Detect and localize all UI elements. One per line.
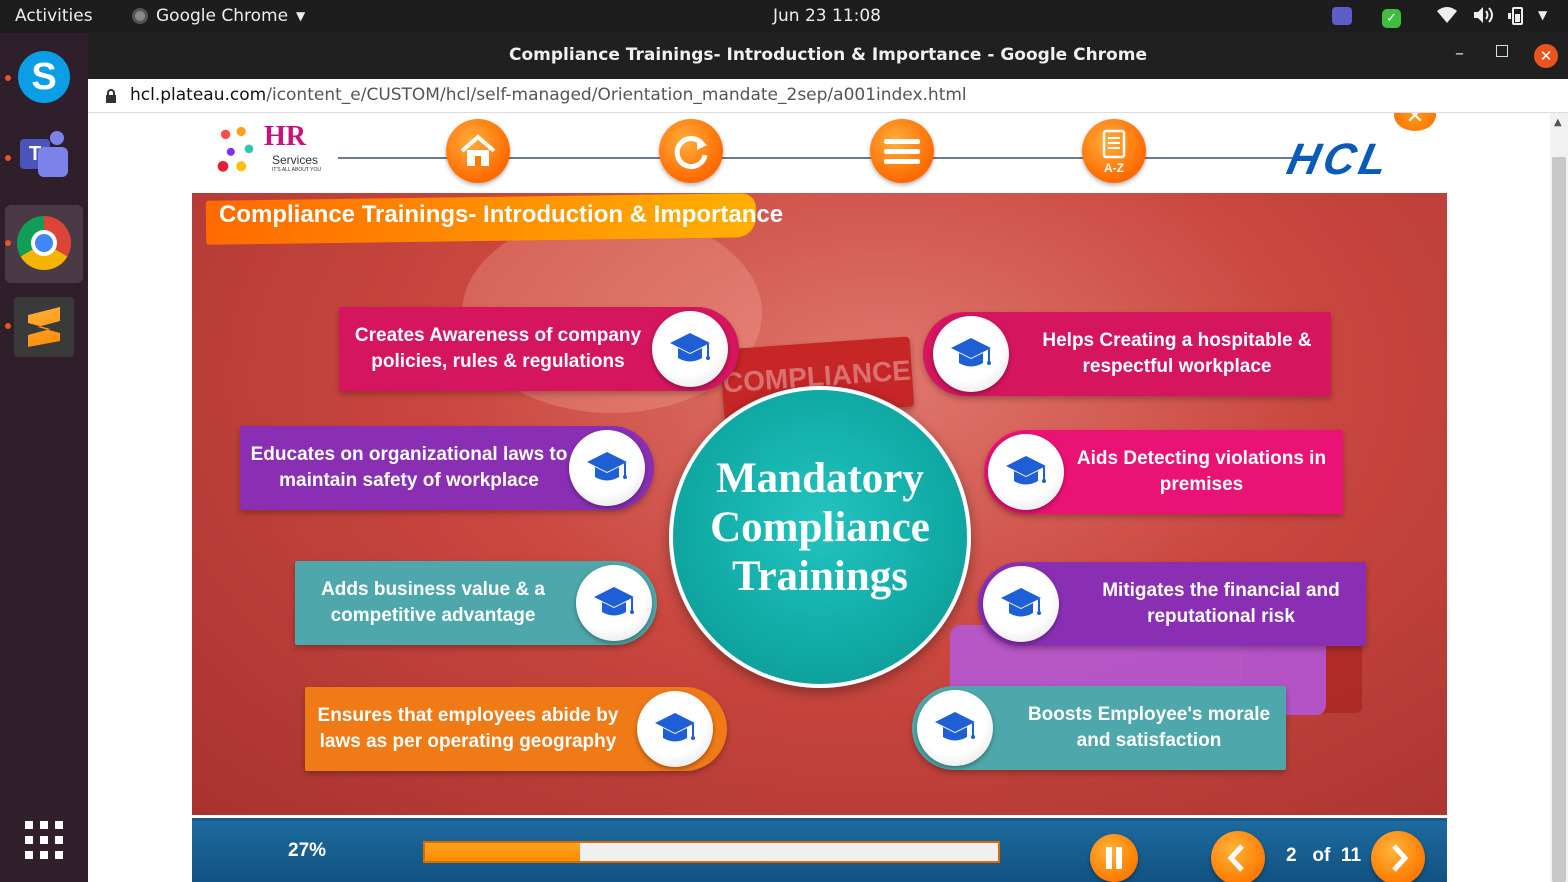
chrome-small-icon bbox=[132, 8, 148, 24]
progress-percent: 27% bbox=[288, 840, 327, 861]
card-text: Ensures that employees abide by laws as … bbox=[317, 705, 619, 752]
page-scrollbar[interactable]: ▲ bbox=[1550, 113, 1568, 882]
hr-services-logo[interactable]: HR Services IT'S ALL ABOUT YOU bbox=[206, 113, 328, 181]
url-host: hcl.plateau.com bbox=[130, 85, 267, 105]
pause-button[interactable] bbox=[1090, 834, 1138, 882]
graduation-cap-icon bbox=[637, 691, 713, 767]
card-ensures-laws[interactable]: Ensures that employees abide by laws as … bbox=[305, 687, 727, 771]
running-indicator bbox=[5, 75, 11, 81]
card-hospitable[interactable]: Helps Creating a hospitable & respectful… bbox=[923, 312, 1331, 396]
sublime-text-icon[interactable] bbox=[14, 297, 74, 357]
card-text: Helps Creating a hospitable & respectful… bbox=[1042, 330, 1312, 377]
graduation-cap-icon bbox=[933, 316, 1009, 392]
scroll-up-arrow-icon[interactable]: ▲ bbox=[1554, 117, 1562, 128]
card-educates[interactable]: Educates on organizational laws to maint… bbox=[240, 426, 654, 510]
graduation-cap-icon bbox=[569, 430, 645, 506]
app-menu-label: Google Chrome bbox=[156, 6, 289, 26]
running-indicator bbox=[5, 155, 11, 161]
card-text: Creates Awareness of company policies, r… bbox=[354, 325, 642, 372]
center-title-line: Compliance bbox=[710, 504, 930, 551]
slide-stage: COMPLIANCE Compliance Trainings- Introdu… bbox=[192, 193, 1447, 815]
chevron-right-icon bbox=[1392, 844, 1409, 872]
graduation-cap-icon bbox=[652, 311, 728, 387]
previous-page-button[interactable] bbox=[1211, 831, 1265, 882]
card-boosts-morale[interactable]: Boosts Employee's morale and satisfactio… bbox=[912, 686, 1286, 770]
caret-down-icon: ▼ bbox=[296, 9, 306, 23]
replay-icon bbox=[674, 136, 708, 170]
url-path: /icontent_e/CUSTOM/hcl/self-managed/Orie… bbox=[266, 85, 967, 105]
total-pages: 11 bbox=[1340, 845, 1362, 866]
running-indicator bbox=[5, 240, 11, 246]
close-window-icon[interactable]: ✕ bbox=[1534, 44, 1558, 68]
page-counter: 2 of 11 bbox=[1286, 845, 1361, 867]
shield-check-icon[interactable]: ✓ bbox=[1382, 7, 1401, 28]
card-mitigates-risk[interactable]: Mitigates the financial and reputational… bbox=[978, 562, 1366, 646]
volume-icon[interactable] bbox=[1472, 5, 1494, 30]
card-text: Aids Detecting violations in premises bbox=[1076, 448, 1327, 495]
dock: S T bbox=[0, 33, 88, 882]
clock[interactable]: Jun 23 11:08 bbox=[773, 6, 881, 26]
page-of-label: of bbox=[1312, 845, 1331, 866]
maximize-icon[interactable] bbox=[1496, 45, 1508, 57]
home-button[interactable] bbox=[446, 119, 510, 183]
center-title: Mandatory Compliance Trainings bbox=[673, 454, 967, 601]
activities-button[interactable]: Activities bbox=[15, 6, 93, 26]
page-content: HR Services IT'S ALL ABOUT YOU A-Z HCL ✕… bbox=[88, 113, 1568, 882]
card-text: Adds business value & a competitive adva… bbox=[321, 579, 545, 626]
progress-bar[interactable] bbox=[423, 841, 1000, 863]
skype-icon[interactable]: S bbox=[14, 47, 74, 107]
hcl-logo: HCL bbox=[1283, 135, 1444, 187]
graduation-cap-icon bbox=[576, 565, 652, 641]
app-menu[interactable]: Google Chrome ▼ bbox=[132, 6, 305, 26]
card-detecting-violations[interactable]: Aids Detecting violations in premises bbox=[984, 430, 1343, 514]
progress-bar-fill bbox=[425, 843, 580, 861]
scrollbar-thumb[interactable] bbox=[1552, 157, 1566, 882]
hr-logo-tagline: IT'S ALL ABOUT YOU bbox=[272, 167, 321, 173]
card-awareness[interactable]: Creates Awareness of company policies, r… bbox=[339, 307, 739, 391]
glossary-label: A-Z bbox=[1104, 161, 1124, 175]
minimize-icon[interactable]: – bbox=[1455, 43, 1464, 64]
lock-icon bbox=[105, 88, 117, 103]
center-title-circle: Mandatory Compliance Trainings bbox=[669, 386, 971, 688]
exit-course-icon[interactable]: ✕ bbox=[1394, 113, 1436, 131]
center-title-line: Mandatory bbox=[716, 455, 924, 502]
system-menu-caret-icon[interactable]: ▼ bbox=[1538, 8, 1547, 22]
window-title: Compliance Trainings- Introduction & Imp… bbox=[509, 45, 1147, 65]
slide-heading: Compliance Trainings- Introduction & Imp… bbox=[219, 201, 784, 228]
chevron-left-icon bbox=[1227, 844, 1244, 872]
graduation-cap-icon bbox=[917, 690, 993, 766]
pause-icon bbox=[1106, 847, 1122, 869]
show-applications-icon[interactable] bbox=[25, 821, 65, 861]
home-icon bbox=[460, 134, 496, 166]
course-nav-strip: HR Services IT'S ALL ABOUT YOU A-Z HCL ✕ bbox=[192, 113, 1448, 189]
menu-button[interactable] bbox=[870, 119, 934, 183]
current-page: 2 bbox=[1286, 845, 1297, 866]
chrome-icon[interactable] bbox=[14, 213, 74, 273]
card-text: Educates on organizational laws to maint… bbox=[250, 444, 568, 491]
replay-button[interactable] bbox=[659, 119, 723, 183]
player-control-bar: 27% 2 of 11 bbox=[192, 818, 1447, 882]
teams-tray-icon[interactable] bbox=[1332, 7, 1352, 30]
center-title-line: Trainings bbox=[731, 553, 909, 600]
card-text: Boosts Employee's morale and satisfactio… bbox=[1027, 704, 1271, 751]
graduation-cap-icon bbox=[988, 434, 1064, 510]
window-title-bar[interactable]: Compliance Trainings- Introduction & Imp… bbox=[88, 33, 1568, 79]
running-indicator bbox=[5, 323, 11, 329]
menu-icon bbox=[884, 139, 920, 164]
next-page-button[interactable] bbox=[1371, 831, 1425, 882]
card-text: Mitigates the financial and reputational… bbox=[1102, 580, 1340, 627]
hcl-logo-text: HCL bbox=[1282, 135, 1396, 184]
graduation-cap-icon bbox=[983, 566, 1059, 642]
wifi-icon[interactable] bbox=[1436, 5, 1458, 30]
battery-icon[interactable] bbox=[1506, 5, 1528, 32]
teams-icon[interactable]: T bbox=[14, 129, 74, 189]
system-top-bar: Activities Google Chrome ▼ Jun 23 11:08 … bbox=[0, 0, 1568, 33]
card-business-value[interactable]: Adds business value & a competitive adva… bbox=[295, 561, 657, 645]
address-bar[interactable]: hcl.plateau.com/icontent_e/CUSTOM/hcl/se… bbox=[88, 79, 1568, 113]
glossary-button[interactable]: A-Z bbox=[1082, 119, 1146, 183]
url-text: hcl.plateau.com/icontent_e/CUSTOM/hcl/se… bbox=[130, 85, 967, 105]
